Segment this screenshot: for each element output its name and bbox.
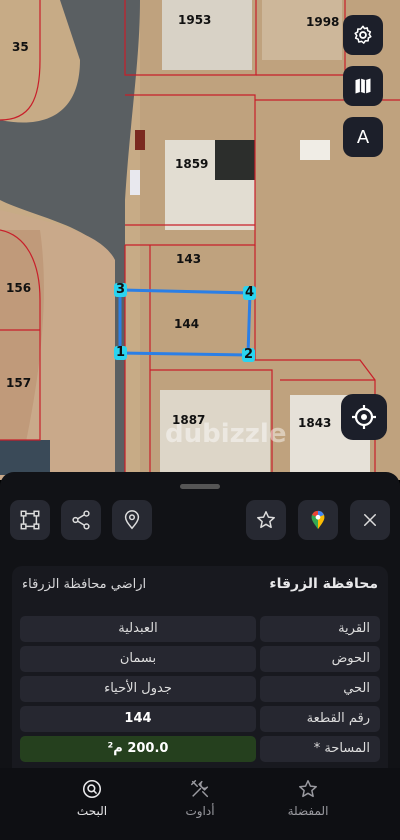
google-maps-button[interactable]	[298, 500, 338, 540]
vertex-marker[interactable]: 1	[114, 346, 128, 360]
search-icon	[82, 779, 102, 799]
tools-icon	[191, 780, 209, 798]
selected-plot-label: 144	[174, 317, 200, 331]
vertex-marker[interactable]: 4	[243, 286, 257, 300]
nav-tools[interactable]: أداوت	[160, 778, 240, 818]
favorite-button[interactable]	[246, 500, 286, 540]
satellite-imagery: dubizzle	[0, 0, 400, 480]
area-label: المساحة *	[260, 736, 380, 762]
info-row-plot-number: 144 رقم القطعة	[20, 706, 380, 732]
action-toolbar	[0, 500, 400, 544]
plot-label: 1859	[175, 157, 209, 171]
village-label: القرية	[260, 616, 380, 642]
share-icon	[72, 510, 90, 530]
plot-label: 156	[6, 281, 32, 295]
close-icon	[364, 514, 376, 526]
nav-search-label: البحث	[76, 804, 108, 818]
neighborhood-label: الحي	[260, 676, 380, 702]
nav-favorites-label: المفضلة	[287, 804, 329, 818]
gear-icon	[354, 25, 372, 44]
nav-tools-label: أداوت	[185, 804, 215, 818]
nav-search[interactable]: البحث	[52, 778, 132, 818]
compass-icon: A	[356, 126, 370, 148]
parcel-info-card: محافظة الزرقاء اراضي محافظة الزرقاء العب…	[12, 566, 388, 768]
nav-favorites[interactable]: المفضلة	[268, 778, 348, 818]
governorate-title: محافظة الزرقاء	[269, 576, 378, 592]
drag-handle[interactable]	[180, 484, 220, 489]
neighborhood-value: جدول الأحياء	[20, 676, 256, 702]
settings-button[interactable]	[343, 15, 383, 55]
plot-label: 1953	[178, 13, 212, 27]
crosshair-icon	[352, 405, 376, 429]
compass-button[interactable]: A	[343, 117, 383, 157]
star-icon	[257, 511, 275, 529]
plot-label: 1843	[298, 416, 332, 430]
plot-label: 1998	[306, 15, 340, 29]
plot-label: 1887	[172, 413, 206, 427]
basin-label: الحوض	[260, 646, 380, 672]
parcel-details-sheet: محافظة الزرقاء اراضي محافظة الزرقاء العب…	[0, 472, 400, 768]
village-value: العبدلية	[20, 616, 256, 642]
plot-label: 157	[6, 376, 32, 390]
basin-value: بسمان	[20, 646, 256, 672]
card-header: محافظة الزرقاء اراضي محافظة الزرقاء	[12, 566, 388, 606]
map-view[interactable]: dubizzle 35 1953 1998 1859 143 144 156 1…	[0, 0, 400, 480]
bottom-navigation: البحث أداوت المفضلة	[0, 768, 400, 840]
measure-polygon-button[interactable]	[10, 500, 50, 540]
info-row-area: 200.0 م² المساحة *	[20, 736, 380, 762]
map-layers-button[interactable]	[343, 66, 383, 106]
dataset-subtitle: اراضي محافظة الزرقاء	[22, 577, 147, 592]
vertex-marker[interactable]: 2	[242, 348, 256, 362]
close-button[interactable]	[350, 500, 390, 540]
info-row-village: العبدلية القرية	[20, 616, 380, 642]
share-button[interactable]	[61, 500, 101, 540]
plot-label: 143	[176, 252, 202, 266]
map-icon	[355, 78, 371, 94]
my-location-button[interactable]	[341, 394, 387, 440]
polygon-icon	[20, 510, 40, 530]
info-row-basin: بسمان الحوض	[20, 646, 380, 672]
info-row-neighborhood: جدول الأحياء الحي	[20, 676, 380, 702]
vertex-marker[interactable]: 3	[114, 283, 128, 297]
google-maps-icon	[311, 510, 325, 530]
area-value: 200.0 م²	[20, 736, 256, 762]
location-button[interactable]	[112, 500, 152, 540]
location-pin-icon	[124, 510, 140, 530]
plot-number-label: رقم القطعة	[260, 706, 380, 732]
plot-label: 35	[12, 40, 29, 54]
star-icon	[299, 780, 317, 798]
plot-number-value: 144	[20, 706, 256, 732]
